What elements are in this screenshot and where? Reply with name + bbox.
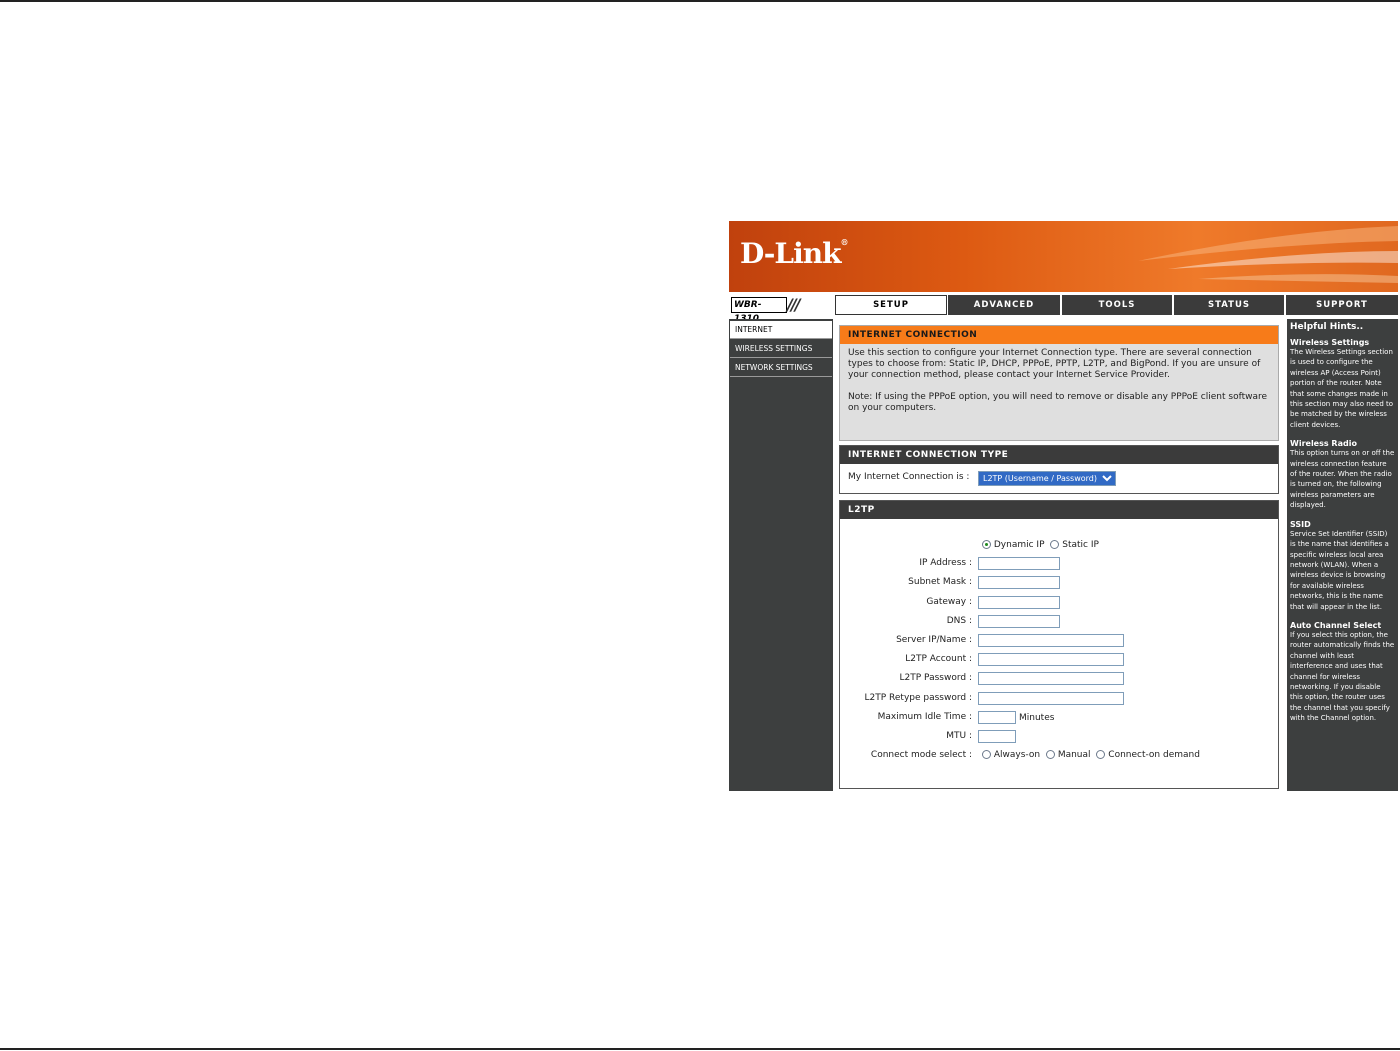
hints-title: Helpful Hints.. (1290, 322, 1364, 332)
tab-setup[interactable]: SETUP (835, 295, 947, 315)
connect-on-demand-label: Connect-on demand (1108, 750, 1200, 760)
panel-title: INTERNET CONNECTION TYPE (840, 446, 1278, 464)
always-on-label: Always-on (993, 750, 1041, 760)
dns-label: DNS : (946, 616, 972, 626)
dynamic-ip-radio[interactable] (982, 540, 991, 549)
model-slashes: /// (787, 295, 800, 314)
dlink-logo: D-Link® (740, 237, 849, 270)
connect-mode-label: Connect mode select : (870, 750, 972, 760)
l2tp-account-input[interactable] (978, 653, 1124, 666)
connection-type-label: My Internet Connection is : (848, 472, 970, 482)
top-tabs: SETUP ADVANCED TOOLS STATUS SUPPORT (834, 295, 1398, 317)
banner-swoosh-graphic (1138, 226, 1398, 283)
hint-heading: Auto Channel Select (1290, 620, 1382, 630)
dynamic-ip-label: Dynamic IP (993, 540, 1045, 550)
panel-title: L2TP (840, 501, 1278, 519)
server-label: Server IP/Name : (896, 635, 972, 645)
l2tp-panel: L2TP Dynamic IP Static IP IP Address : S… (839, 500, 1279, 789)
sidebar-item-internet[interactable]: INTERNET (730, 321, 832, 339)
sidebar-item-wireless-settings[interactable]: WIRELESS SETTINGS (730, 340, 832, 358)
pppoe-note: Note: If using the PPPoE option, you wil… (848, 392, 1268, 413)
hint-body: Service Set Identifier (SSID) is the nam… (1290, 529, 1389, 611)
dns-input[interactable] (978, 615, 1060, 628)
mtu-input[interactable] (978, 730, 1016, 743)
main-content: INTERNET CONNECTION Use this section to … (835, 319, 1285, 791)
hint-body: If you select this option, the router au… (1290, 630, 1395, 723)
manual-label: Manual (1057, 750, 1091, 760)
hint-heading: Wireless Radio (1290, 439, 1357, 449)
idle-time-label: Maximum Idle Time : (877, 712, 972, 722)
connection-type-select[interactable]: L2TP (Username / Password) (978, 471, 1116, 486)
connection-type-panel: INTERNET CONNECTION TYPE My Internet Con… (839, 445, 1279, 494)
tab-status[interactable]: STATUS (1174, 295, 1284, 315)
sidebar: INTERNET WIRELESS SETTINGS NETWORK SETTI… (729, 319, 833, 791)
hint-body: This option turns on or off the wireless… (1290, 449, 1395, 510)
mtu-label: MTU : (946, 731, 972, 741)
server-input[interactable] (978, 634, 1124, 647)
model-label: WBR-1310 /// (729, 295, 833, 324)
subnet-mask-label: Subnet Mask : (908, 577, 972, 587)
tab-tools[interactable]: TOOLS (1062, 295, 1172, 315)
static-ip-label: Static IP (1062, 540, 1099, 550)
intro-text: Use this section to configure your Inter… (848, 348, 1261, 380)
l2tp-account-label: L2TP Account : (905, 654, 972, 664)
hint-heading: Wireless Settings (1290, 338, 1370, 347)
idle-time-unit: Minutes (1019, 713, 1055, 723)
always-on-radio[interactable] (982, 750, 991, 759)
l2tp-password-label: L2TP Password : (899, 673, 972, 683)
top-rule (0, 0, 1400, 2)
hint-body: The Wireless Settings section is used to… (1290, 348, 1394, 429)
connect-mode-radios: Always-on Manual Connect-on demand (982, 750, 1200, 760)
manual-radio[interactable] (1045, 750, 1055, 759)
hint-heading: SSID (1290, 519, 1311, 529)
panel-title: INTERNET CONNECTION (840, 326, 1278, 344)
l2tp-password-input[interactable] (978, 672, 1124, 685)
router-admin-screenshot: D-Link® WBR-1310 /// SETUP ADVANCED TOOL… (729, 221, 1398, 791)
ip-mode-radios: Dynamic IP Static IP (982, 540, 1099, 550)
ip-address-input[interactable] (978, 557, 1060, 570)
tab-advanced[interactable]: ADVANCED (948, 295, 1060, 315)
static-ip-radio[interactable] (1050, 540, 1060, 549)
helpful-hints-panel: Helpful Hints.. Wireless Settings The Wi… (1287, 319, 1398, 791)
connect-on-demand-radio[interactable] (1096, 750, 1106, 759)
header-banner: D-Link® (729, 221, 1398, 292)
l2tp-retype-label: L2TP Retype password : (864, 693, 973, 703)
internet-connection-panel: INTERNET CONNECTION Use this section to … (839, 325, 1279, 441)
l2tp-retype-input[interactable] (978, 692, 1124, 705)
subnet-mask-input[interactable] (978, 576, 1060, 589)
bottom-rule (0, 1048, 1400, 1050)
ip-address-label: IP Address : (919, 558, 972, 568)
gateway-label: Gateway : (926, 597, 972, 607)
gateway-input[interactable] (978, 596, 1060, 609)
idle-time-input[interactable] (978, 711, 1016, 724)
model-name: WBR-1310 (731, 297, 787, 324)
tab-support[interactable]: SUPPORT (1286, 295, 1398, 315)
sidebar-item-network-settings[interactable]: NETWORK SETTINGS (730, 359, 832, 377)
